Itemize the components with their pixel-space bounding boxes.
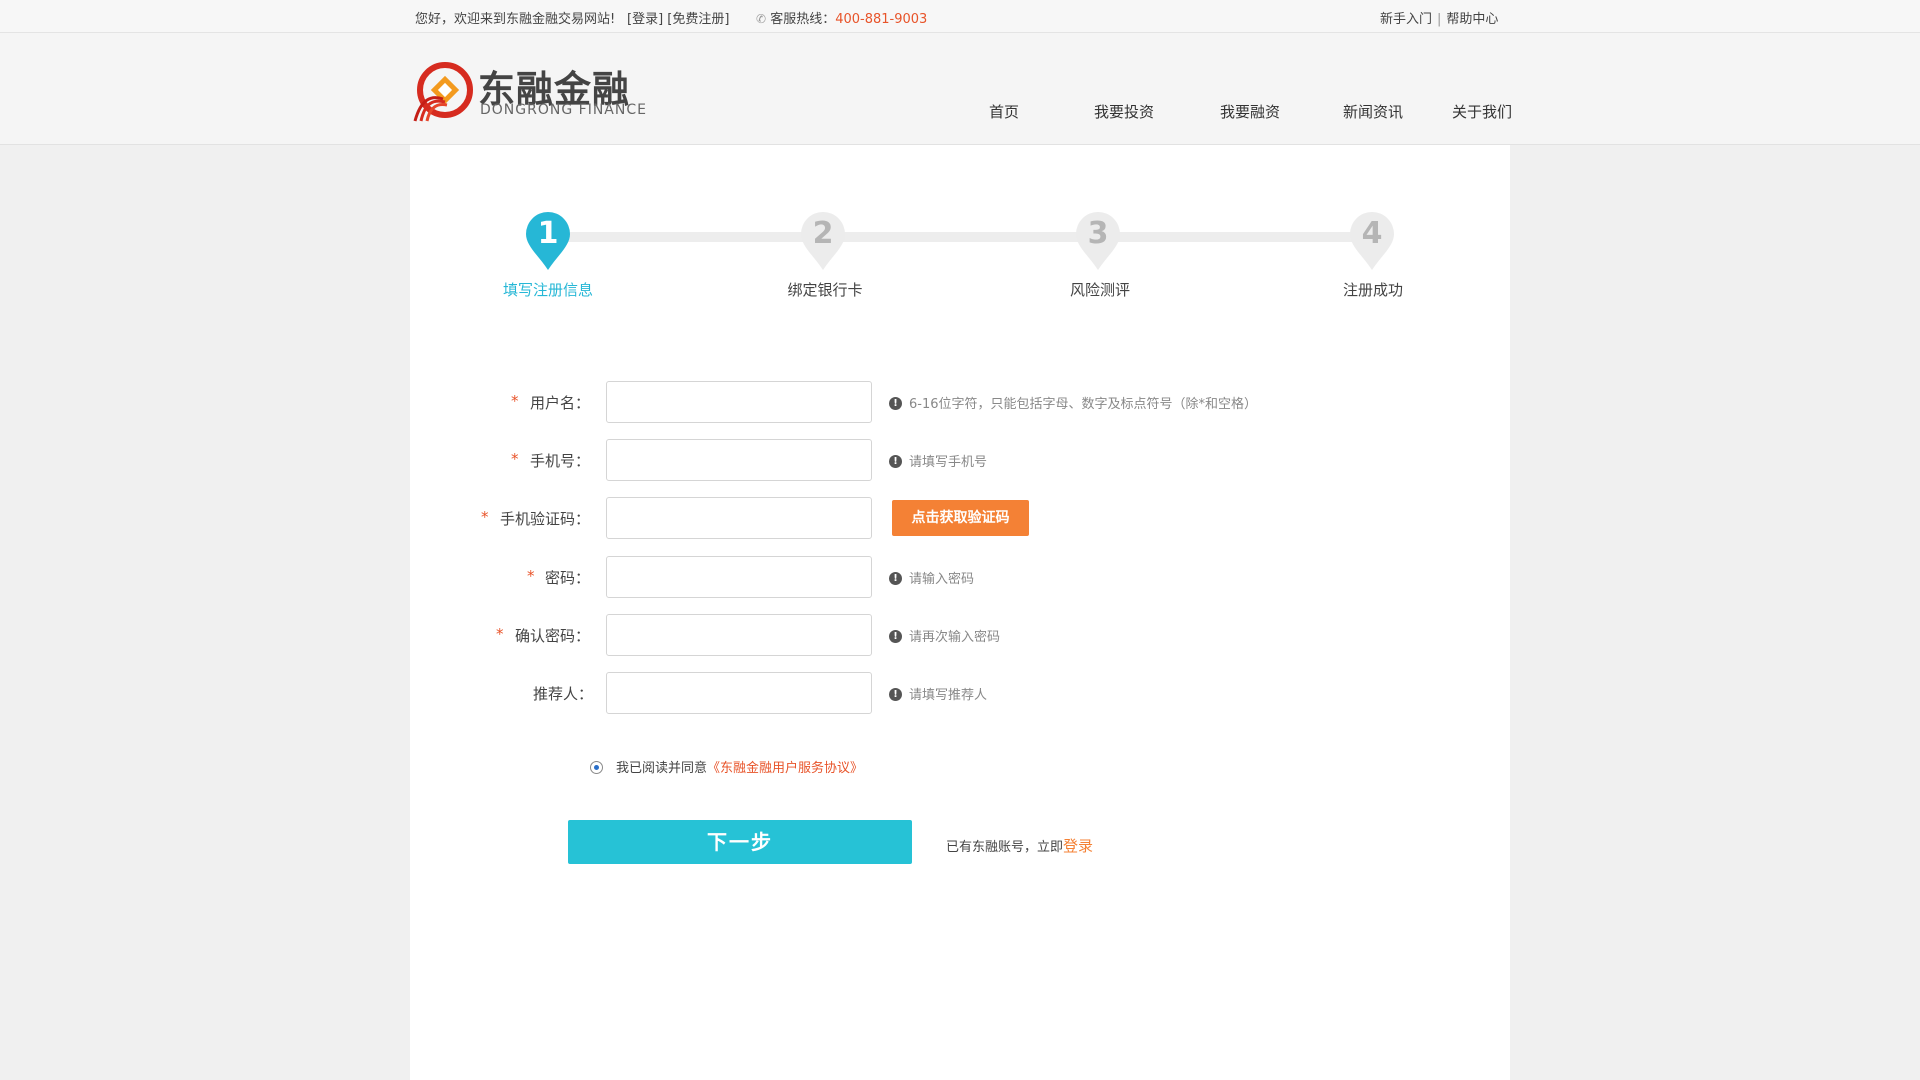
help-link[interactable]: 帮助中心: [1446, 12, 1498, 27]
registration-panel: 1 2 3 4 填写注册信息 绑定银行卡 风险测评 注册成功 * 用户名： ! 6…: [410, 145, 1510, 1080]
username-label: 用户名：: [530, 394, 591, 412]
logo-text-en: DONGRONG FINANCE: [480, 102, 647, 118]
required-mark: *: [496, 625, 504, 643]
auth-links: [登录] [免费注册]: [627, 8, 729, 27]
login-link[interactable]: [登录]: [627, 12, 663, 27]
step-1-marker: 1: [524, 210, 572, 272]
step-1-label: 填写注册信息: [502, 281, 593, 299]
logo-mark-icon: [413, 62, 473, 122]
site-header: 东融金融 DONGRONG FINANCE 首页 我要投资 我要融资 新闻资讯 …: [0, 33, 1920, 145]
confirm-password-input[interactable]: [606, 614, 872, 656]
nav-about[interactable]: 关于我们: [1452, 101, 1512, 122]
hotline-label: 客服热线：: [770, 12, 836, 27]
sms-code-label: 手机验证码：: [500, 510, 591, 528]
get-sms-code-button[interactable]: 点击获取验证码: [892, 500, 1029, 536]
login-now-link[interactable]: 登录: [1063, 837, 1093, 855]
step-4-marker: 4: [1348, 210, 1396, 272]
sms-code-row: * 手机验证码： 点击获取验证码: [410, 497, 1510, 541]
top-right-links: 新手入门 | 帮助中心: [1380, 8, 1498, 27]
info-icon: !: [889, 397, 902, 410]
step-2-marker: 2: [799, 210, 847, 272]
password-input[interactable]: [606, 556, 872, 598]
required-mark: *: [481, 508, 489, 526]
phone-hint: ! 请填写手机号: [889, 451, 987, 470]
hotline-number: 400-881-9003: [835, 12, 928, 27]
step-3-marker: 3: [1074, 210, 1122, 272]
login-prompt: 已有东融账号，立即登录: [946, 835, 1093, 856]
login-prompt-text: 已有东融账号，立即: [946, 840, 1064, 855]
required-mark: *: [527, 567, 535, 585]
username-row: * 用户名： ! 6-16位字符，只能包括字母、数字及标点符号（除*和空格）: [410, 381, 1510, 425]
phone-input[interactable]: [606, 439, 872, 481]
site-logo[interactable]: 东融金融 DONGRONG FINANCE: [413, 59, 683, 123]
agreement-text: 我已阅读并同意: [616, 761, 708, 776]
nav-financing[interactable]: 我要融资: [1220, 101, 1280, 122]
confirm-password-label: 确认密码：: [515, 627, 591, 645]
nav-home[interactable]: 首页: [989, 101, 1019, 122]
agreement-link[interactable]: 《东融金融用户服务协议》: [707, 761, 863, 776]
beginner-link[interactable]: 新手入门: [1380, 12, 1432, 27]
top-bar: 您好，欢迎来到东融金融交易网站! [登录] [免费注册] ✆ 客服热线：400-…: [0, 0, 1920, 33]
step-2-label: 绑定银行卡: [787, 281, 863, 299]
referrer-input[interactable]: [606, 672, 872, 714]
progress-track: [550, 232, 1370, 242]
info-icon: !: [889, 630, 902, 643]
password-row: * 密码： ! 请输入密码: [410, 556, 1510, 600]
password-label: 密码：: [545, 569, 591, 587]
agreement-radio[interactable]: [590, 761, 603, 774]
required-mark: *: [511, 392, 519, 410]
info-icon: !: [889, 572, 902, 585]
step-4-number: 4: [1361, 216, 1383, 251]
phone-row: * 手机号： ! 请填写手机号: [410, 439, 1510, 483]
info-icon: !: [889, 688, 902, 701]
nav-invest[interactable]: 我要投资: [1094, 101, 1154, 122]
separator: |: [1437, 12, 1442, 27]
hotline: ✆ 客服热线：400-881-9003: [756, 8, 927, 27]
phone-label: 手机号：: [530, 452, 591, 470]
step-3-label: 风险测评: [1069, 281, 1130, 299]
referrer-hint: ! 请填写推荐人: [889, 684, 987, 703]
step-3-number: 3: [1087, 216, 1109, 251]
agreement-row: 我已阅读并同意《东融金融用户服务协议》: [590, 757, 863, 776]
password-hint: ! 请输入密码: [889, 568, 974, 587]
phone-icon: ✆: [756, 12, 767, 26]
username-hint: ! 6-16位字符，只能包括字母、数字及标点符号（除*和空格）: [889, 393, 1257, 412]
confirm-password-row: * 确认密码： ! 请再次输入密码: [410, 614, 1510, 658]
username-input[interactable]: [606, 381, 872, 423]
nav-news[interactable]: 新闻资讯: [1343, 101, 1403, 122]
register-link[interactable]: [免费注册]: [667, 12, 729, 27]
referrer-row: 推荐人： ! 请填写推荐人: [410, 672, 1510, 716]
confirm-password-hint: ! 请再次输入密码: [889, 626, 1000, 645]
next-step-button[interactable]: 下一步: [568, 820, 912, 864]
referrer-label: 推荐人：: [533, 685, 594, 703]
step-1-number: 1: [537, 216, 559, 251]
required-mark: *: [511, 450, 519, 468]
sms-code-input[interactable]: [606, 497, 872, 539]
welcome-text: 您好，欢迎来到东融金融交易网站!: [415, 12, 616, 27]
step-4-label: 注册成功: [1342, 281, 1403, 299]
info-icon: !: [889, 455, 902, 468]
step-2-number: 2: [812, 216, 834, 251]
